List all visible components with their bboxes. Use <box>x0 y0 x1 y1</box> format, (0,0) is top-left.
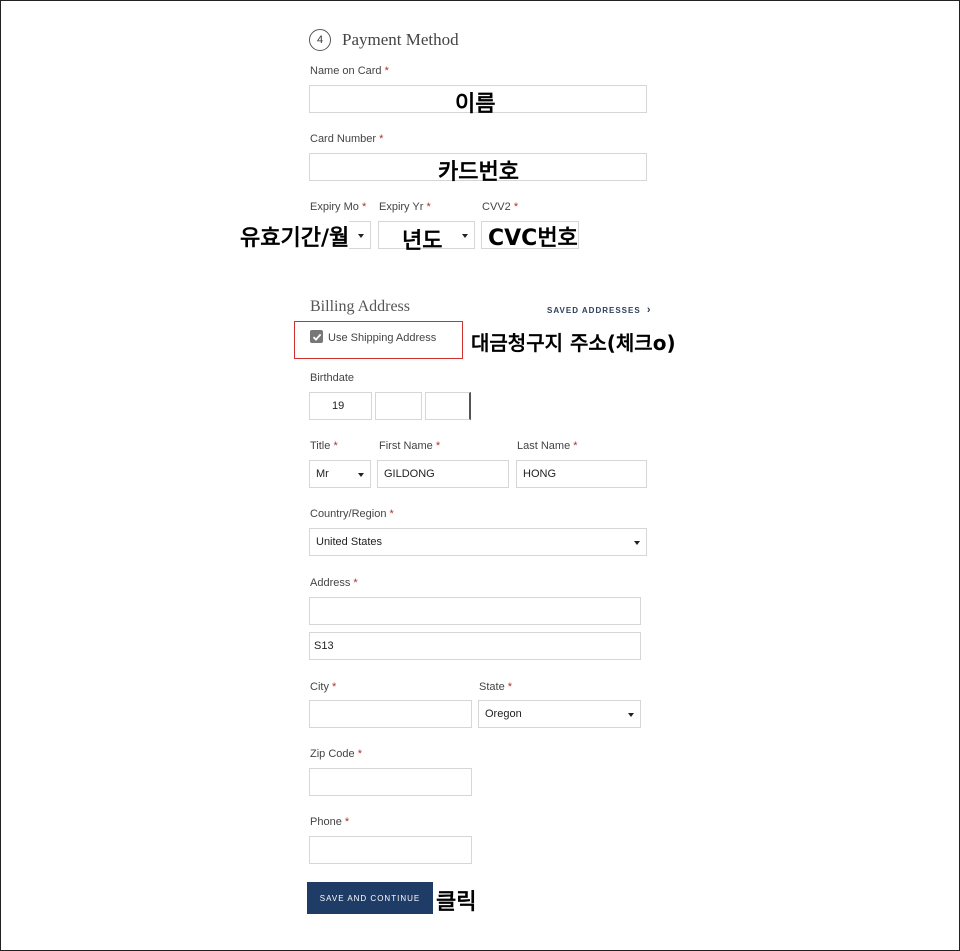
chevron-down-icon <box>634 541 640 545</box>
annotation-expiry-month: 유효기간/월 <box>240 220 350 252</box>
checkmark-icon <box>312 333 321 341</box>
annotation-name: 이름 <box>455 92 496 117</box>
last-name-input[interactable]: HONG <box>516 460 647 488</box>
address-line1-input[interactable] <box>309 597 641 625</box>
chevron-down-icon <box>358 473 364 477</box>
cvv2-label: CVV2 * <box>482 201 519 213</box>
state-select[interactable]: Oregon <box>478 700 641 728</box>
billing-section-title: Billing Address <box>310 298 411 315</box>
annotation-card-number: 카드번호 <box>438 160 519 185</box>
expiry-month-label: Expiry Mo * <box>310 201 367 213</box>
annotation-billing-same: 대금청구지 주소(체크o) <box>471 331 676 355</box>
address-line2-input[interactable]: S13 <box>309 632 641 660</box>
zip-input[interactable] <box>309 768 472 796</box>
country-select[interactable]: United States <box>309 528 647 556</box>
title-select[interactable]: Mr <box>309 460 371 488</box>
first-name-input[interactable]: GILDONG <box>377 460 509 488</box>
birth-day-input[interactable] <box>425 392 471 420</box>
address-label: Address * <box>310 577 358 589</box>
city-label: City * <box>310 681 337 693</box>
birthdate-label: Birthdate <box>310 372 355 384</box>
birth-month-input[interactable] <box>375 392 422 420</box>
last-name-label: Last Name * <box>517 440 578 452</box>
saved-addresses-link[interactable]: SAVED ADDRESSES › <box>547 304 652 316</box>
title-label: Title * <box>310 440 338 452</box>
step-number-badge: 4 <box>309 29 331 51</box>
payment-section-title: Payment Method <box>342 30 459 49</box>
annotation-cvc: CVC번호 <box>488 226 578 251</box>
phone-input[interactable] <box>309 836 472 864</box>
expiry-year-label: Expiry Yr * <box>379 201 431 213</box>
annotation-expiry-year: 년도 <box>402 229 443 254</box>
annotation-click: 클릭 <box>436 890 477 915</box>
city-input[interactable] <box>309 700 472 728</box>
country-label: Country/Region * <box>310 508 394 520</box>
chevron-down-icon <box>628 713 634 717</box>
first-name-label: First Name * <box>379 440 441 452</box>
birth-year-input[interactable]: 19 <box>309 392 372 420</box>
phone-label: Phone * <box>310 816 350 828</box>
use-shipping-label: Use Shipping Address <box>328 332 437 344</box>
state-label: State * <box>479 681 513 693</box>
zip-label: Zip Code * <box>310 748 362 760</box>
name-on-card-label: Name on Card * <box>310 65 389 77</box>
save-and-continue-button[interactable]: SAVE AND CONTINUE <box>307 882 433 914</box>
card-number-label: Card Number * <box>310 133 384 145</box>
use-shipping-checkbox[interactable] <box>310 330 323 343</box>
chevron-down-icon <box>358 234 364 238</box>
chevron-right-icon: › <box>646 304 652 316</box>
chevron-down-icon <box>462 234 468 238</box>
